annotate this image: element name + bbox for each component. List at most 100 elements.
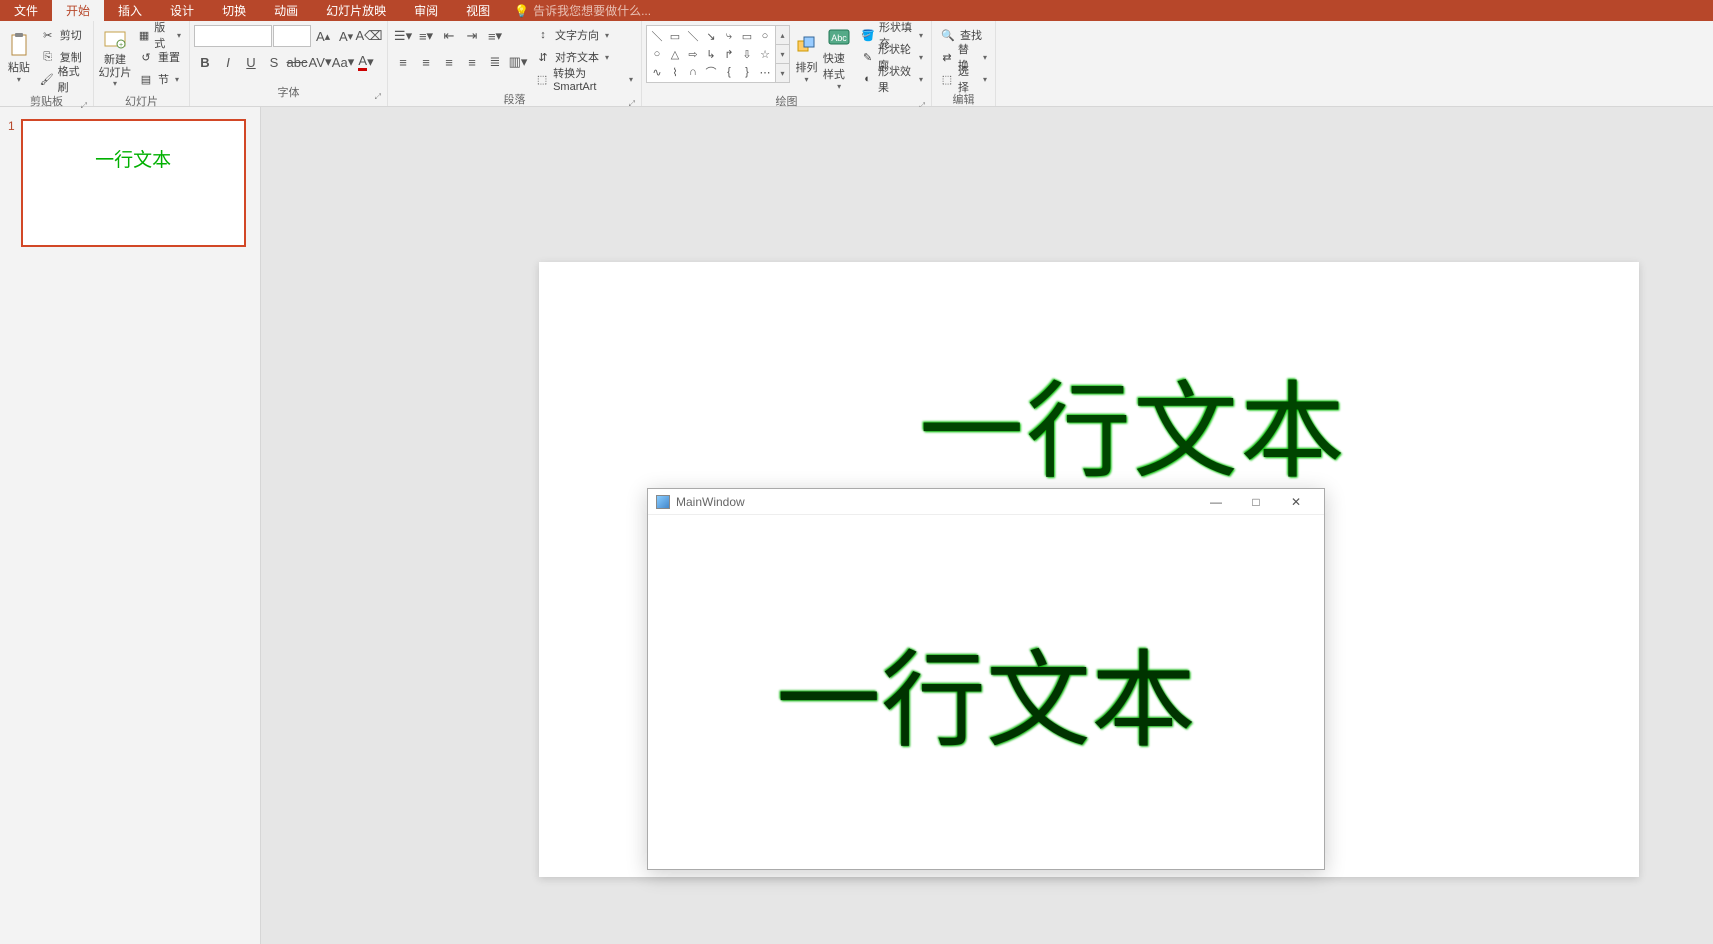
shape-oval-icon[interactable]: ○ (649, 46, 665, 62)
popup-titlebar[interactable]: MainWindow — □ ✕ (648, 489, 1324, 515)
shape-darrow-icon[interactable]: ⇩ (739, 46, 755, 62)
tab-file[interactable]: 文件 (0, 0, 52, 21)
reset-icon: ↺ (138, 49, 154, 65)
section-button[interactable]: ▤ 节▾ (134, 69, 185, 89)
align-right-button[interactable]: ≡ (438, 51, 460, 73)
tab-view[interactable]: 视图 (452, 0, 504, 21)
text-direction-icon: ↕ (535, 27, 551, 43)
text-direction-button[interactable]: ↕ 文字方向▾ (531, 25, 637, 45)
shape-rect2-icon[interactable]: ▭ (739, 28, 755, 44)
tab-transitions[interactable]: 切换 (208, 0, 260, 21)
align-center-button[interactable]: ≡ (415, 51, 437, 73)
effects-icon: ◐ (861, 71, 874, 87)
font-size-combo[interactable] (273, 25, 311, 47)
align-left-button[interactable]: ≡ (392, 51, 414, 73)
paste-button[interactable]: 粘贴 ▾ (4, 25, 34, 91)
font-launcher-icon[interactable]: ⤢ (375, 92, 381, 102)
svg-text:Abc: Abc (831, 33, 847, 43)
shape-more-icon[interactable]: ⋯ (757, 64, 773, 80)
tab-review[interactable]: 审阅 (400, 0, 452, 21)
shape-elbow-icon[interactable]: ↳ (703, 46, 719, 62)
new-slide-button[interactable]: + 新建 幻灯片 ▾ (98, 25, 132, 91)
shape-rect-icon[interactable]: ▭ (667, 28, 683, 44)
slide-editor[interactable]: 一行文本 MainWindow — □ ✕ 一行文本 (261, 107, 1713, 944)
group-slides: + 新建 幻灯片 ▾ ▦ 版式▾ ↺ 重置 ▤ 节▾ 幻灯片 (94, 21, 190, 106)
shape-curve2-icon[interactable]: ∩ (685, 64, 701, 80)
slide-canvas[interactable]: 一行文本 MainWindow — □ ✕ 一行文本 (539, 262, 1639, 877)
shape-arrow-icon[interactable]: ↘ (703, 28, 719, 44)
strike-button[interactable]: abc (286, 51, 308, 73)
bullets-button[interactable]: ☰▾ (392, 25, 414, 47)
cut-button[interactable]: ✂ 剪切 (36, 25, 89, 45)
group-font: A▴ A▾ A⌫ B I U S abc AV▾ Aa▾ A▾ 字体 ⤢ (190, 21, 388, 106)
reset-button[interactable]: ↺ 重置 (134, 47, 185, 67)
shape-effects-button[interactable]: ◐ 形状效果▾ (857, 69, 927, 89)
gallery-more-icon[interactable]: ▾ (776, 64, 789, 82)
font-family-combo[interactable] (194, 25, 272, 47)
tab-home[interactable]: 开始 (52, 0, 104, 21)
shape-rarrow-icon[interactable]: ⇨ (685, 46, 701, 62)
shape-line-icon[interactable]: ＼ (649, 28, 665, 44)
fill-icon: 🪣 (861, 27, 875, 43)
tell-me-box[interactable]: 💡 告诉我您想要做什么... (514, 2, 651, 19)
shape-brace-icon[interactable]: { (721, 64, 737, 80)
shadow-button[interactable]: S (263, 51, 285, 73)
tab-slideshow[interactable]: 幻灯片放映 (312, 0, 400, 21)
numbering-button[interactable]: ≡▾ (415, 25, 437, 47)
distribute-button[interactable]: ≣ (484, 51, 506, 73)
shape-oval2-icon[interactable]: ○ (757, 28, 773, 44)
maximize-button[interactable]: □ (1236, 490, 1276, 514)
font-color-button[interactable]: A▾ (355, 51, 377, 73)
arrange-button[interactable]: 排列▾ (792, 25, 821, 91)
bold-button[interactable]: B (194, 51, 216, 73)
shape-freeform-icon[interactable]: ⌇ (667, 64, 683, 80)
shapes-gallery[interactable]: ＼ ▭ ＼ ↘ ⤷ ▭ ○ ○ △ ⇨ ↳ ↱ ⇩ ☆ ∿ ⌇ ∩ (646, 25, 776, 83)
change-case-button[interactable]: Aa▾ (332, 51, 354, 73)
slide-thumbnails-panel[interactable]: 1 一行文本 (0, 107, 261, 944)
decrease-font-button[interactable]: A▾ (335, 25, 357, 47)
shape-curve-icon[interactable]: ∿ (649, 64, 665, 80)
tab-design[interactable]: 设计 (156, 0, 208, 21)
shape-connector-icon[interactable]: ⤷ (721, 28, 737, 44)
tab-insert[interactable]: 插入 (104, 0, 156, 21)
canvas-text[interactable]: 一行文本 (919, 347, 1347, 499)
increase-font-button[interactable]: A▴ (312, 25, 334, 47)
shape-brace2-icon[interactable]: } (739, 64, 755, 80)
new-slide-icon: + (103, 28, 127, 52)
shape-curve3-icon[interactable]: ⌒ (703, 64, 719, 80)
brush-icon: 🖌 (40, 71, 54, 87)
slide-thumb-1[interactable]: 1 一行文本 (8, 119, 252, 247)
align-text-button[interactable]: ⇵ 对齐文本▾ (531, 47, 637, 67)
clipboard-launcher-icon[interactable]: ⤢ (81, 101, 87, 111)
shape-star-icon[interactable]: ☆ (757, 46, 773, 62)
quick-styles-button[interactable]: Abc 快速样式▾ (823, 25, 855, 91)
clear-format-button[interactable]: A⌫ (358, 25, 380, 47)
slide-thumbnail[interactable]: 一行文本 (21, 119, 246, 247)
smartart-button[interactable]: ⬚ 转换为 SmartArt▾ (531, 69, 637, 89)
gallery-down-icon[interactable]: ▾ (776, 45, 789, 64)
group-drawing: ＼ ▭ ＼ ↘ ⤷ ▭ ○ ○ △ ⇨ ↳ ↱ ⇩ ☆ ∿ ⌇ ∩ (642, 21, 932, 106)
shape-line2-icon[interactable]: ＼ (685, 28, 701, 44)
minimize-button[interactable]: — (1196, 490, 1236, 514)
justify-button[interactable]: ≡ (461, 51, 483, 73)
italic-button[interactable]: I (217, 51, 239, 73)
shape-elbow2-icon[interactable]: ↱ (721, 46, 737, 62)
underline-button[interactable]: U (240, 51, 262, 73)
group-clipboard: 粘贴 ▾ ✂ 剪切 ⎘ 复制 🖌 格式刷 剪贴板 ⤢ (0, 21, 94, 106)
select-button[interactable]: ⬚ 选择▾ (936, 69, 991, 89)
format-painter-button[interactable]: 🖌 格式刷 (36, 69, 89, 89)
line-spacing-button[interactable]: ≡▾ (484, 25, 506, 47)
close-button[interactable]: ✕ (1276, 490, 1316, 514)
tab-animations[interactable]: 动画 (260, 0, 312, 21)
decrease-indent-button[interactable]: ⇤ (438, 25, 460, 47)
gallery-up-icon[interactable]: ▴ (776, 26, 789, 45)
layout-button[interactable]: ▦ 版式▾ (134, 25, 185, 45)
char-spacing-button[interactable]: AV▾ (309, 51, 331, 73)
layout-icon: ▦ (138, 27, 150, 43)
svg-text:+: + (119, 42, 123, 49)
increase-indent-button[interactable]: ⇥ (461, 25, 483, 47)
shape-triangle-icon[interactable]: △ (667, 46, 683, 62)
group-label-slides: 幻灯片 (98, 91, 185, 113)
columns-button[interactable]: ▥▾ (507, 51, 529, 73)
popup-window[interactable]: MainWindow — □ ✕ 一行文本 (647, 488, 1325, 870)
